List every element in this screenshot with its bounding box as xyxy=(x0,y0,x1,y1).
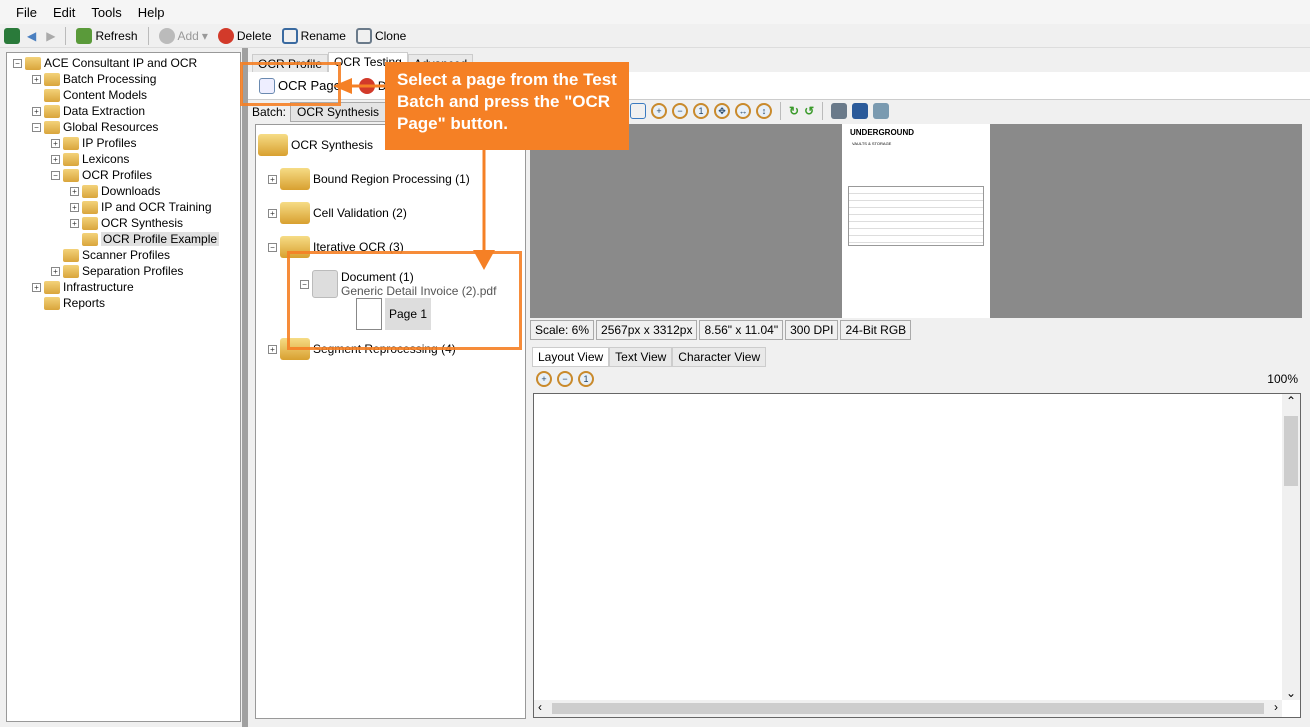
callout-arrows xyxy=(333,78,495,270)
arrow-left-head xyxy=(333,78,352,94)
arrow-down-head xyxy=(473,250,495,270)
